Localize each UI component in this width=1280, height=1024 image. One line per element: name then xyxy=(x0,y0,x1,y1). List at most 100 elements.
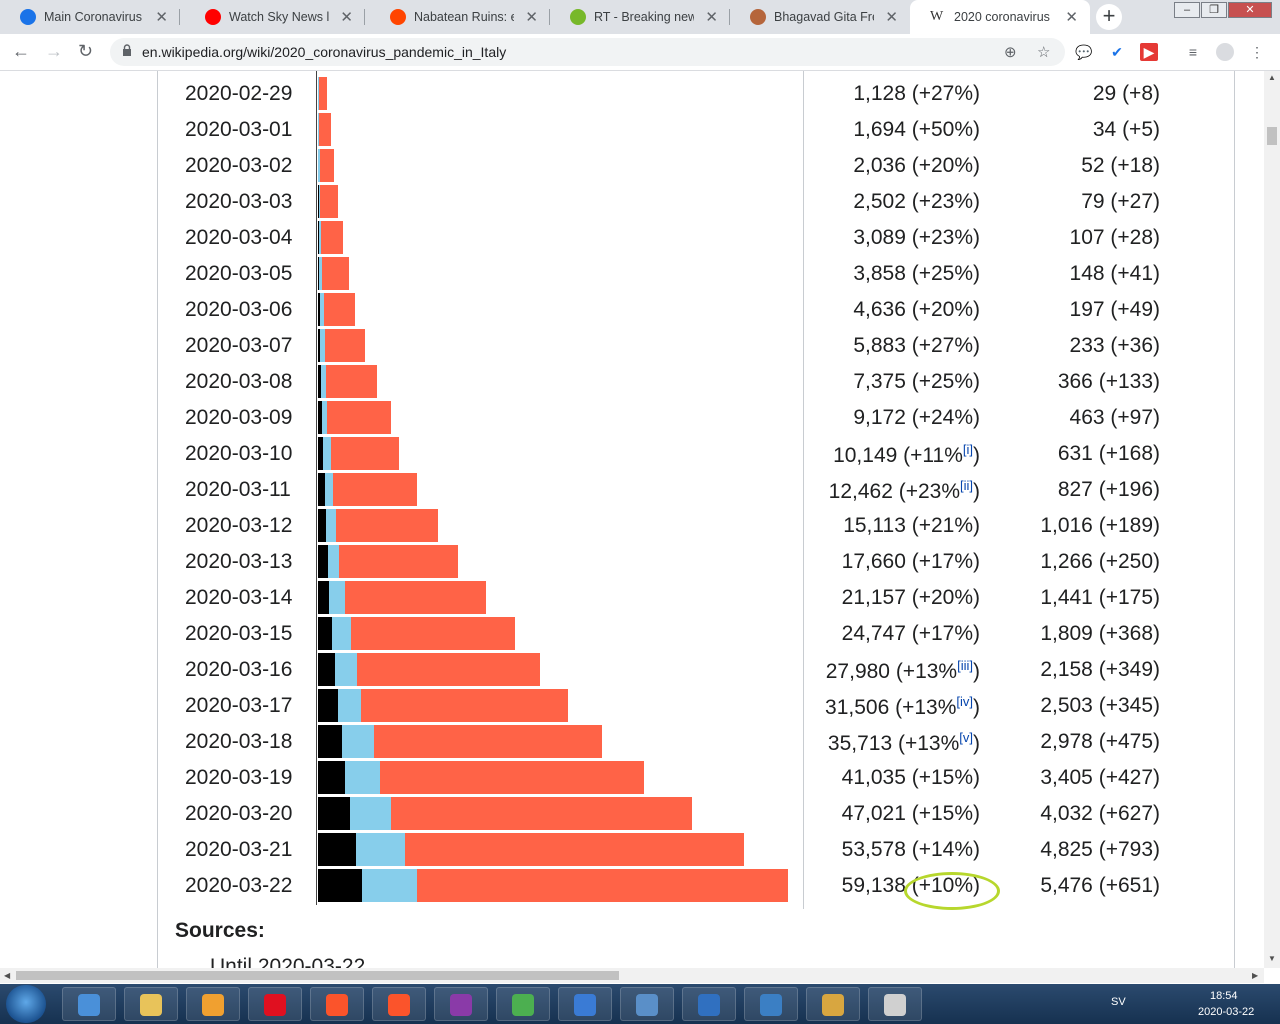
forward-arrow-icon[interactable]: → xyxy=(45,41,63,62)
clock-date[interactable]: 2020-03-22 xyxy=(1198,1006,1254,1018)
address-bar[interactable]: en.wikipedia.org/wiki/2020_coronavirus_p… xyxy=(110,38,1065,66)
horizontal-scroll-thumb[interactable] xyxy=(16,971,619,980)
tab-4[interactable]: RT - Breaking news, sl ✕ xyxy=(550,0,730,34)
tab-close-icon[interactable]: ✕ xyxy=(885,8,898,26)
wordpad-icon[interactable] xyxy=(744,987,798,1021)
date-cell: 2020-03-05 xyxy=(185,262,293,285)
remote-desktop-icon[interactable] xyxy=(620,987,674,1021)
gita-favicon xyxy=(750,9,766,25)
explorer-app-icon[interactable] xyxy=(124,987,178,1021)
deaths-cell: 5,476 (+651) xyxy=(1040,874,1160,897)
start-button[interactable] xyxy=(6,985,46,1023)
scroll-right-arrow-icon[interactable]: ▶ xyxy=(1252,971,1258,980)
tab-close-icon[interactable]: ✕ xyxy=(1065,8,1078,26)
tab-6[interactable]: W 2020 coronavirus pan ✕ xyxy=(910,0,1090,34)
tab-3[interactable]: Nabatean Ruins: evilb ✕ xyxy=(370,0,550,34)
bar-recovered-segment xyxy=(323,437,331,470)
table-row: 2020-03-02 2,036 (+20%) 52 (+18) xyxy=(0,147,1264,183)
coronavirus-favicon xyxy=(20,9,36,25)
security-shield-icon[interactable] xyxy=(682,987,736,1021)
vertical-scroll-thumb[interactable] xyxy=(1267,127,1277,145)
tab-close-icon[interactable]: ✕ xyxy=(525,8,538,26)
clock-app-icon-glyph xyxy=(884,994,906,1016)
reference-link[interactable]: [i] xyxy=(963,442,973,457)
cases-value: 4,636 (+20%) xyxy=(853,298,980,321)
deaths-cell: 197 (+49) xyxy=(1069,298,1160,321)
table-row: 2020-03-21 53,578 (+14%) 4,825 (+793) xyxy=(0,831,1264,867)
reload-icon[interactable]: ↻ xyxy=(78,41,93,62)
page-content: 2020-02-29 1,128 (+27%) 29 (+8) 2020-03-01 1… xyxy=(0,71,1264,968)
zoom-icon[interactable]: ⊕ xyxy=(1004,43,1017,61)
clock-app-icon[interactable] xyxy=(868,987,922,1021)
tab-close-icon[interactable]: ✕ xyxy=(155,8,168,26)
scroll-left-arrow-icon[interactable]: ◀ xyxy=(4,971,10,980)
winrar-icon[interactable] xyxy=(434,987,488,1021)
bar-active-segment xyxy=(327,401,391,434)
tab-2[interactable]: Watch Sky News live - ✕ xyxy=(185,0,365,34)
back-arrow-icon[interactable]: ← xyxy=(12,41,30,62)
paint-palette-icon-glyph xyxy=(822,994,844,1016)
clock-time[interactable]: 18:54 xyxy=(1210,990,1238,1002)
url-text: en.wikipedia.org/wiki/2020_coronavirus_p… xyxy=(142,44,507,60)
table-row: 2020-03-18 35,713 (+13%[v]) 2,978 (+475) xyxy=(0,723,1264,759)
vertical-scrollbar[interactable]: ▲ ▼ xyxy=(1264,71,1280,968)
tab-close-icon[interactable]: ✕ xyxy=(705,8,718,26)
new-tab-button[interactable]: + xyxy=(1096,4,1122,30)
extension-check-icon[interactable]: ✔ xyxy=(1108,43,1126,61)
cases-cell: 7,375 (+25%) xyxy=(853,370,980,394)
date-cell: 2020-03-11 xyxy=(185,478,291,501)
chrome-icon[interactable] xyxy=(496,987,550,1021)
media-queue-icon[interactable]: ≡ xyxy=(1184,43,1202,61)
maximize-button[interactable]: ❐ xyxy=(1201,2,1227,18)
bar-active-segment xyxy=(318,113,332,146)
date-cell: 2020-03-20 xyxy=(185,802,293,825)
bar-active-segment xyxy=(323,293,355,326)
brave-icon[interactable] xyxy=(310,987,364,1021)
scroll-up-arrow-icon[interactable]: ▲ xyxy=(1268,73,1276,82)
reference-link[interactable]: [v] xyxy=(959,730,973,745)
chrome-icon-glyph xyxy=(512,994,534,1016)
reference-link[interactable]: [iv] xyxy=(956,694,973,709)
bar-recovered-segment xyxy=(345,761,381,794)
cases-cell: 9,172 (+24%) xyxy=(853,406,980,430)
deaths-cell: 148 (+41) xyxy=(1069,262,1160,285)
bar-deaths-segment xyxy=(318,869,362,902)
table-row: 2020-03-07 5,883 (+27%) 233 (+36) xyxy=(0,327,1264,363)
media-player-icon[interactable] xyxy=(186,987,240,1021)
brave-icon-2[interactable] xyxy=(372,987,426,1021)
tab-title: 2020 coronavirus pan xyxy=(954,10,1054,24)
bar-active-segment xyxy=(319,149,335,182)
tab-1[interactable]: Main Coronavirus / Co ✕ xyxy=(0,0,180,34)
cases-cell: 2,502 (+23%) xyxy=(853,190,980,214)
bar-recovered-segment xyxy=(356,833,405,866)
tab-5[interactable]: Bhagavad Gita Free Pl ✕ xyxy=(730,0,910,34)
paint-app-icon[interactable] xyxy=(62,987,116,1021)
cases-value: 3,089 (+23%) xyxy=(853,226,980,249)
horizontal-scrollbar[interactable]: ◀ ▶ xyxy=(0,968,1264,983)
menu-dots-icon[interactable]: ⋮ xyxy=(1248,43,1266,61)
reference-link[interactable]: [ii] xyxy=(960,478,973,493)
tab-close-icon[interactable]: ✕ xyxy=(340,8,353,26)
bar-recovered-segment xyxy=(341,725,374,758)
bar-active-segment xyxy=(356,653,541,686)
close-window-button[interactable]: ✕ xyxy=(1228,2,1272,18)
thunderbird-icon[interactable] xyxy=(558,987,612,1021)
bar-deaths-segment xyxy=(318,689,338,722)
reference-link[interactable]: [iii] xyxy=(957,658,973,673)
opera-icon[interactable] xyxy=(248,987,302,1021)
table-row: 2020-03-22 59,138 (+10%) 5,476 (+651) xyxy=(0,867,1264,903)
cases-value: 7,375 (+25%) xyxy=(853,370,980,393)
language-indicator[interactable]: SV xyxy=(1111,996,1126,1008)
extension-chat-icon[interactable]: 💬 xyxy=(1075,43,1093,61)
deaths-cell: 1,266 (+250) xyxy=(1040,550,1160,573)
scroll-down-arrow-icon[interactable]: ▼ xyxy=(1268,954,1276,963)
table-row: 2020-03-20 47,021 (+15%) 4,032 (+627) xyxy=(0,795,1264,831)
bookmark-star-icon[interactable]: ☆ xyxy=(1037,43,1050,61)
extension-video-icon[interactable]: ▶ xyxy=(1140,43,1158,61)
profile-avatar-icon[interactable] xyxy=(1216,43,1234,61)
sources-text: Until 2020-03-22, ... xyxy=(210,955,395,968)
cases-cell: 53,578 (+14%) xyxy=(842,838,980,862)
paint-palette-icon[interactable] xyxy=(806,987,860,1021)
minimize-button[interactable]: – xyxy=(1174,2,1200,18)
deaths-cell: 52 (+18) xyxy=(1081,154,1160,177)
